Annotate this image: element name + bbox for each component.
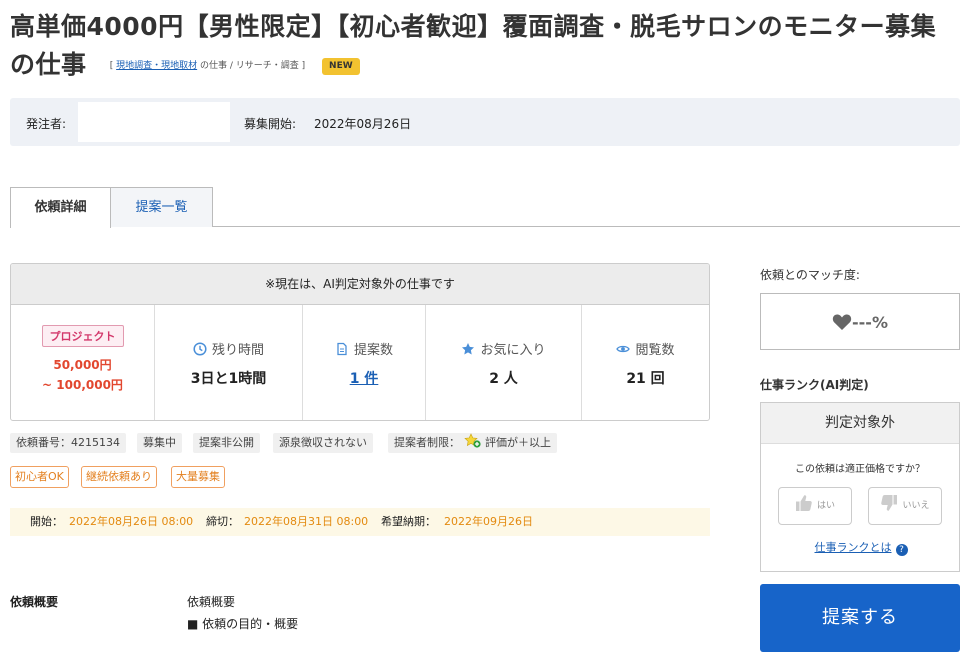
vote-yes-button[interactable]: はい: [778, 487, 852, 525]
views-cell: 閲覧数 21 回: [582, 305, 709, 420]
project-badge: プロジェクト: [41, 325, 124, 347]
favorites-cell: お気に入り 2 人: [426, 305, 582, 420]
views-label: 閲覧数: [635, 343, 675, 358]
rank-value: 判定対象外: [761, 403, 959, 444]
match-label: 依頼とのマッチ度:: [760, 268, 860, 282]
delivery-label: 希望納期：: [381, 515, 436, 528]
heart-icon: [832, 314, 852, 330]
match-value: ---%: [852, 313, 888, 332]
rank-panel: 判定対象外 この依頼は適正価格ですか？ はい いいえ 仕事ランクとは?: [760, 402, 960, 572]
job-summary-panel: ※現在は、AI判定対象外の仕事です プロジェクト 50,000円 ~ 100,0…: [10, 263, 710, 421]
start-datetime: 2022年08月26日 08:00: [69, 515, 194, 528]
proposals-label: 提案数: [353, 343, 393, 358]
category-breadcrumb: [ 現地調査・現地取材 の仕事 / リサーチ・調査 ]: [109, 61, 306, 71]
client-label: 発注者:: [26, 117, 67, 131]
star-plus-icon: [463, 433, 481, 448]
deadline-label: 締切：: [206, 515, 239, 528]
remaining-time-cell: 残り時間 3日と1時間: [155, 305, 303, 420]
match-score-box: ---%: [760, 293, 960, 350]
proposal-private-chip: 提案非公開: [193, 433, 260, 453]
price-max: ~ 100,000円: [42, 378, 123, 392]
new-badge: NEW: [322, 57, 360, 75]
status-chip: 募集中: [137, 433, 182, 453]
start-label: 募集開始:: [244, 117, 297, 131]
price-range: 50,000円 ~ 100,000円: [11, 355, 154, 395]
proposals-cell: 提案数 1 件: [303, 305, 426, 420]
views-value: 21 回: [626, 371, 665, 387]
help-icon[interactable]: ?: [895, 544, 908, 556]
tag-item: 継続依頼あり: [81, 466, 157, 488]
eye-icon: [616, 345, 631, 353]
tag-item: 初心者OK: [10, 466, 69, 488]
tab-bar: 依頼詳細 提案一覧: [10, 187, 960, 228]
client-name-box: [78, 102, 230, 142]
thumbs-down-icon: [881, 495, 898, 511]
document-icon: [337, 342, 347, 356]
category-link[interactable]: 現地調査・現地取材: [116, 61, 197, 71]
proposals-count-link[interactable]: 1 件: [303, 368, 425, 388]
thumbs-up-icon: [795, 495, 812, 511]
delivery-date: 2022年09月26日: [444, 515, 533, 528]
ai-notice: ※現在は、AI判定対象外の仕事です: [11, 264, 709, 305]
price-question: この依頼は適正価格ですか？: [795, 464, 925, 475]
propose-button[interactable]: 提案する: [760, 584, 960, 652]
price-min: 50,000円: [53, 358, 112, 372]
tab-request-details[interactable]: 依頼詳細: [10, 187, 111, 228]
tag-item: 大量募集: [171, 466, 225, 488]
restriction-chip: 提案者制限： 評価が＋以上: [388, 433, 557, 453]
rank-label: 仕事ランク(AI判定): [760, 378, 869, 392]
remaining-label: 残り時間: [211, 343, 264, 358]
vote-no-button[interactable]: いいえ: [868, 487, 942, 525]
star-icon: [462, 343, 475, 355]
favorites-value: 2 人: [489, 371, 518, 387]
withholding-chip: 源泉徴収されない: [273, 433, 373, 453]
deadline-datetime: 2022年08月31日 08:00: [244, 515, 369, 528]
project-price-cell: プロジェクト 50,000円 ~ 100,000円: [11, 305, 155, 420]
client-info-bar: 発注者: 募集開始: 2022年08月26日: [10, 98, 960, 146]
start-label: 開始：: [30, 515, 63, 528]
page-title: 高単価4000円【男性限定】【初心者歓迎】覆面調査・脱毛サロンのモニター募集の仕…: [10, 8, 960, 85]
remaining-value: 3日と1時間: [190, 371, 267, 387]
favorites-label: お気に入り: [480, 343, 546, 358]
request-number-chip: 依頼番号：4215134: [10, 433, 126, 453]
start-date: 2022年08月26日: [314, 117, 412, 131]
overview-heading: 依頼概要: [187, 595, 236, 609]
overview-item: ■ 依頼の目的・概要: [187, 617, 299, 631]
schedule-bar: 開始： 2022年08月26日 08:00 締切： 2022年08月31日 08…: [10, 508, 710, 536]
clock-icon: [193, 342, 207, 356]
tab-proposal-list[interactable]: 提案一覧: [111, 187, 213, 227]
rank-help-link[interactable]: 仕事ランクとは?: [761, 539, 961, 556]
overview-section-title: 依頼概要: [10, 595, 59, 609]
